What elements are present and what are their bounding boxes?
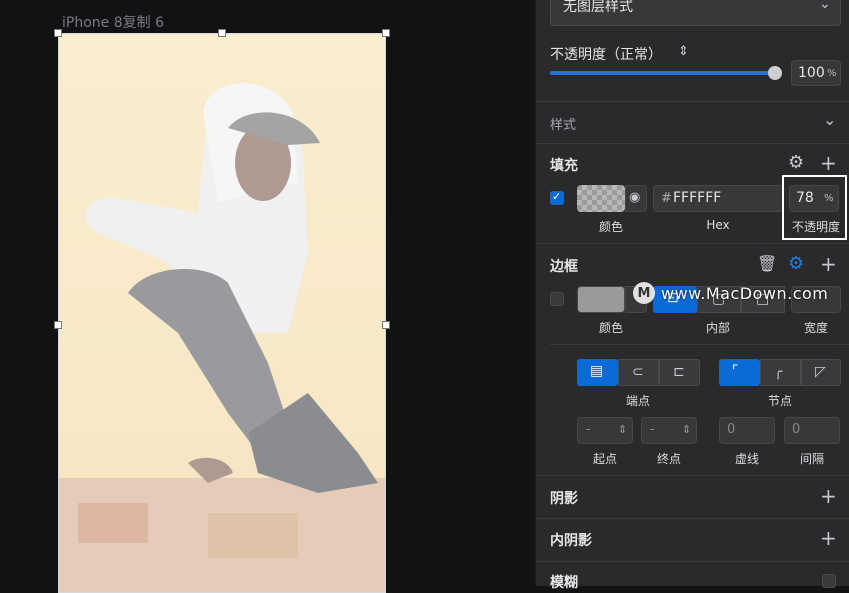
dash-end-label: 终点 (656, 452, 681, 466)
dash-value: 0 (727, 422, 736, 437)
color-picker-button[interactable]: ◉ (625, 185, 647, 212)
dash-input[interactable]: 0 (719, 417, 775, 444)
fill-color-label: 颜色 (598, 220, 623, 234)
checkmark-icon: ✓ (552, 190, 562, 203)
fill-title: 填充 (550, 158, 578, 174)
gap-input[interactable]: 0 (784, 417, 840, 444)
inner-shadow-title: 内阴影 (550, 533, 592, 549)
add-shadow-icon[interactable]: + (820, 486, 837, 506)
artboard-label[interactable]: iPhone 8复制 6 (62, 12, 164, 32)
hex-value: FFFFFF (673, 190, 722, 206)
border-position-label: 内部 (705, 321, 730, 335)
opacity-label: 不透明度（正常） (550, 47, 662, 63)
layer-style-dropdown[interactable]: 无图层样式 ⌄ (550, 0, 841, 26)
dash-start-label: 起点 (592, 452, 617, 466)
join-round-button[interactable]: ╭ (760, 359, 801, 386)
cap-butt-icon: ▤ (590, 363, 604, 379)
design-canvas[interactable]: iPhone 8复制 6 (0, 0, 535, 593)
color-variable-icon: ◉ (629, 190, 641, 205)
watermark: M www.MacDown.com (633, 282, 828, 304)
divider (536, 101, 849, 102)
resize-handle-top[interactable] (218, 29, 226, 37)
join-bevel-icon: ◸ (815, 364, 826, 380)
dash-start-value: - (586, 422, 591, 437)
opacity-slider-thumb[interactable] (768, 66, 782, 80)
gear-icon[interactable]: ⚙ (788, 154, 804, 172)
divider (536, 561, 849, 562)
dash-start-select[interactable]: - ⇕ (577, 417, 633, 444)
hex-input[interactable]: # FFFFFF (653, 185, 783, 212)
shadow-title: 阴影 (550, 491, 578, 507)
add-fill-icon[interactable]: + (820, 153, 837, 173)
divider (536, 475, 849, 476)
join-miter-button[interactable]: ⌜ (719, 359, 760, 386)
layer-style-value: 无图层样式 (563, 0, 633, 15)
opacity-value: 100 (798, 65, 825, 81)
join-round-icon: ╭ (774, 364, 783, 380)
opacity-slider-track[interactable] (550, 71, 776, 75)
stepper-icon: ⇕ (618, 423, 628, 436)
dash-label: 虚线 (734, 452, 759, 466)
cap-square-button[interactable]: ⊏ (659, 359, 700, 386)
watermark-text: www.MacDown.com (661, 283, 829, 303)
blur-title: 模糊 (550, 575, 578, 591)
join-bevel-button[interactable]: ◸ (801, 359, 841, 386)
join-label: 节点 (767, 394, 792, 408)
resize-handle-top-right[interactable] (382, 29, 390, 37)
gear-icon[interactable]: ⚙ (788, 255, 804, 273)
fill-hex-label: Hex (706, 218, 730, 232)
gap-label: 间隔 (799, 452, 824, 466)
border-color-swatch[interactable] (577, 286, 625, 313)
fill-enabled-checkbox[interactable]: ✓ (550, 190, 564, 205)
cap-round-icon: ⊂ (632, 364, 644, 380)
resize-handle-left[interactable] (54, 321, 62, 329)
dash-end-value: - (650, 422, 655, 437)
divider (536, 243, 849, 244)
dash-end-select[interactable]: - ⇕ (641, 417, 697, 444)
chevron-down-icon[interactable]: ⌄ (823, 112, 836, 128)
opacity-highlight-box (782, 175, 847, 240)
macdown-logo-icon: M (633, 282, 655, 304)
border-width-label: 宽度 (803, 321, 828, 335)
border-title: 边框 (550, 259, 578, 275)
resize-handle-right[interactable] (382, 321, 390, 329)
cap-butt-button[interactable]: ▤ (577, 359, 618, 386)
divider (536, 518, 849, 519)
border-enabled-checkbox[interactable] (550, 292, 564, 306)
cap-square-icon: ⊏ (673, 364, 685, 380)
divider (536, 143, 849, 144)
selection-outline (58, 33, 386, 593)
border-color-label: 颜色 (598, 321, 623, 335)
trash-icon[interactable]: 🗑 (757, 256, 777, 272)
hex-prefix: # (661, 191, 672, 206)
style-section-label: 样式 (550, 118, 577, 133)
add-inner-shadow-icon[interactable]: + (820, 528, 837, 548)
join-miter-icon: ⌜ (732, 363, 739, 379)
chevron-down-icon: ⌄ (819, 0, 831, 12)
resize-handle-top-left[interactable] (54, 29, 62, 37)
opacity-input[interactable]: 100 % (791, 60, 841, 86)
add-border-icon[interactable]: + (820, 254, 837, 274)
gap-value: 0 (792, 422, 801, 437)
cap-round-button[interactable]: ⊂ (618, 359, 659, 386)
stepper-icon: ⇕ (682, 423, 692, 436)
cap-label: 端点 (625, 394, 650, 408)
divider (550, 344, 849, 345)
opacity-unit: % (827, 68, 837, 79)
fill-color-swatch[interactable] (577, 185, 625, 212)
blend-mode-stepper-icon[interactable]: ⇕ (678, 45, 689, 58)
